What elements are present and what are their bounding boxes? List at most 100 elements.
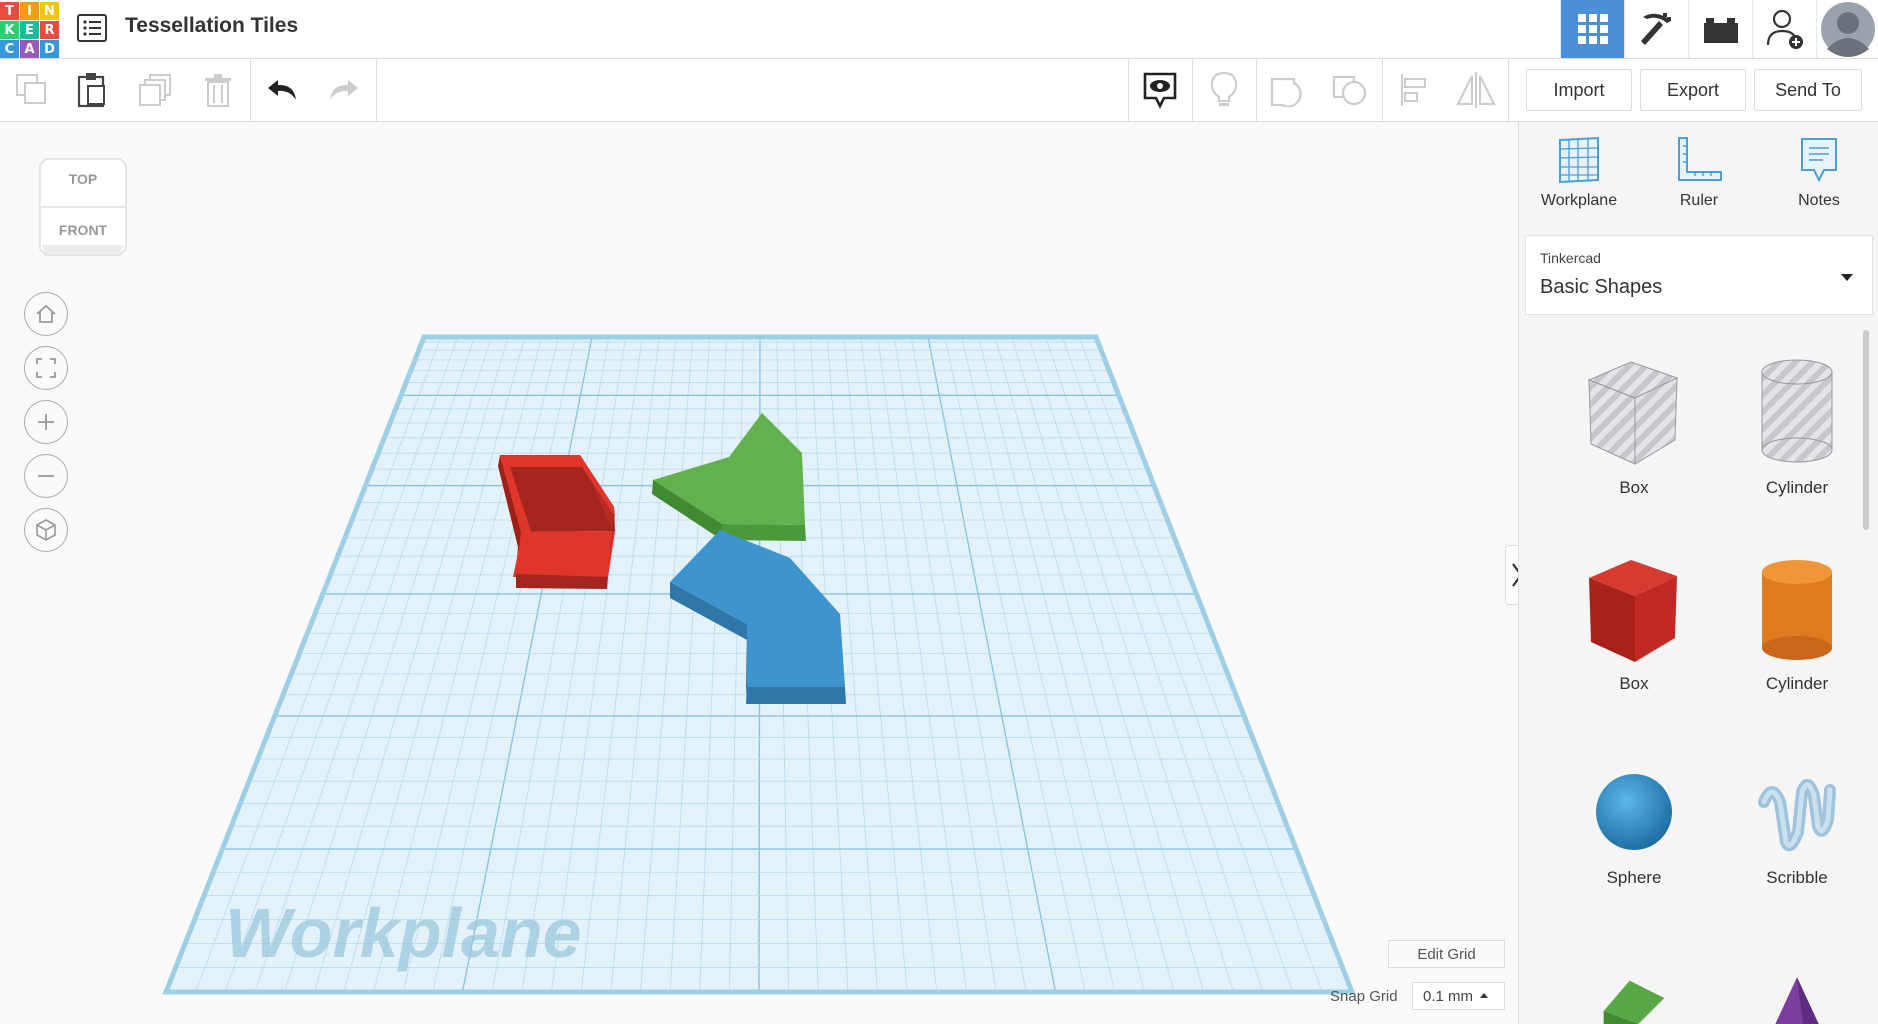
duplicate-icon <box>139 74 171 106</box>
import-button[interactable]: Import <box>1526 69 1632 111</box>
tinkercad-logo[interactable]: T I N K E R C A D <box>0 2 59 58</box>
copy-button[interactable] <box>2 59 62 121</box>
ungroup-button[interactable] <box>1320 59 1380 121</box>
toolbar-divider <box>250 59 251 121</box>
grid-icon <box>1577 14 1608 44</box>
shape-cone[interactable] <box>1722 972 1872 1024</box>
redo-icon <box>330 80 358 100</box>
logo-letter: N <box>40 2 59 20</box>
home-icon <box>36 304 56 323</box>
mirror-icon <box>1456 72 1496 108</box>
align-button[interactable] <box>1384 59 1444 121</box>
logo-letter: K <box>0 21 19 39</box>
toolbar-divider <box>1256 59 1257 121</box>
avatar[interactable] <box>1816 0 1878 58</box>
delete-button[interactable] <box>188 59 248 121</box>
clipboard-icon <box>77 73 105 108</box>
3d-viewport[interactable]: Workplane TOP FRONT Edit Grid Snap Grid … <box>0 122 1518 1024</box>
snap-grid-value: 0.1 mm <box>1423 987 1474 1005</box>
eye-bubble-icon <box>1143 72 1177 109</box>
shape-box[interactable]: Box <box>1559 552 1709 732</box>
box-hole-icon <box>1587 361 1679 465</box>
fit-view-button[interactable] <box>24 346 68 390</box>
invite-user-button[interactable] <box>1752 0 1816 58</box>
notes-icon <box>1801 138 1837 183</box>
shape-cylinder[interactable]: Cylinder <box>1722 552 1872 732</box>
align-icon <box>1401 74 1426 106</box>
toolbar-divider <box>376 59 377 121</box>
scribble-icon <box>1758 779 1836 852</box>
shapes-panel: Workplane Ruler Notes Tinkercad Basic Sh… <box>1518 122 1878 1024</box>
caret-up-icon <box>1480 993 1489 998</box>
shape-cylinder-hole[interactable]: Cylinder <box>1722 352 1872 532</box>
logo-letter: D <box>40 40 59 58</box>
logo-letter: A <box>20 40 39 58</box>
pickaxe-icon <box>1640 13 1671 45</box>
zoom-out-button[interactable] <box>24 454 68 498</box>
cube-icon <box>36 519 56 541</box>
copy-icon <box>16 74 46 104</box>
plus-icon <box>38 414 54 430</box>
pyramid-icon <box>1775 977 1819 1024</box>
logo-letter: I <box>20 2 39 20</box>
group-button[interactable] <box>1258 59 1318 121</box>
ruler-tool-button[interactable]: Ruler <box>1649 136 1749 226</box>
view-cube-top-label[interactable]: TOP <box>38 171 128 187</box>
box-icon <box>1589 560 1677 662</box>
minus-icon <box>38 475 54 477</box>
view-cube[interactable]: TOP FRONT <box>38 157 128 257</box>
mirror-button[interactable] <box>1446 59 1506 121</box>
3d-design-view-button[interactable] <box>1560 0 1624 58</box>
zoom-in-button[interactable] <box>24 400 68 444</box>
design-title[interactable]: Tessellation Tiles <box>125 14 298 38</box>
group-icon <box>1270 77 1302 107</box>
roof-icon <box>1603 980 1665 1024</box>
shape-label: Sphere <box>1606 868 1662 887</box>
library-vendor-label: Tinkercad <box>1540 250 1601 266</box>
shape-library-dropdown[interactable]: Tinkercad Basic Shapes <box>1525 235 1873 315</box>
top-right-nav <box>1560 0 1878 58</box>
ungroup-icon <box>1332 75 1367 106</box>
design-list-button[interactable] <box>76 12 108 44</box>
duplicate-button[interactable] <box>126 59 186 121</box>
workplane-watermark: Workplane <box>225 894 582 972</box>
perspective-toggle-button[interactable] <box>24 508 68 552</box>
shape-roof[interactable] <box>1559 972 1709 1024</box>
shape-label: Scribble <box>1766 868 1828 887</box>
sphere-icon <box>1596 774 1672 850</box>
edit-toolbar: Import Export Send To <box>0 59 1878 122</box>
fit-view-icon <box>36 358 56 378</box>
shape-label: Cylinder <box>1765 478 1829 497</box>
lightbulb-button[interactable] <box>1194 59 1254 121</box>
shape-box-hole[interactable]: Box <box>1559 352 1709 532</box>
export-button[interactable]: Export <box>1640 69 1746 111</box>
view-cube-front-label[interactable]: FRONT <box>38 222 128 238</box>
bricks-button[interactable] <box>1688 0 1752 58</box>
caret-down-icon <box>1841 274 1853 281</box>
notes-tool-button[interactable]: Notes <box>1769 136 1869 226</box>
send-to-button[interactable]: Send To <box>1754 69 1862 111</box>
toolbar-divider <box>1382 59 1383 121</box>
codeblocks-button[interactable] <box>1624 0 1688 58</box>
trash-icon <box>205 74 231 107</box>
ruler-icon <box>1678 137 1722 181</box>
redo-button[interactable] <box>314 59 374 121</box>
paste-button[interactable] <box>62 59 122 121</box>
logo-letter: T <box>0 2 19 20</box>
show-hide-button[interactable] <box>1130 59 1190 121</box>
lightbulb-icon <box>1210 71 1238 106</box>
shape-scribble[interactable]: Scribble <box>1722 762 1872 942</box>
snap-grid-label: Snap Grid <box>1330 988 1398 1005</box>
edit-grid-button[interactable]: Edit Grid <box>1388 940 1505 968</box>
shape-label: Box <box>1619 674 1649 693</box>
workplane-scene: Workplane <box>162 334 1356 995</box>
shape-sphere[interactable]: Sphere <box>1559 762 1709 942</box>
panel-scrollbar[interactable] <box>1863 330 1869 530</box>
snap-grid-select[interactable]: 0.1 mm <box>1412 982 1505 1010</box>
home-view-button[interactable] <box>24 292 68 336</box>
undo-button[interactable] <box>252 59 312 121</box>
avatar-icon <box>1820 2 1875 57</box>
list-icon <box>77 14 107 42</box>
logo-letter: C <box>0 40 19 58</box>
workplane-tool-button[interactable]: Workplane <box>1529 136 1629 226</box>
